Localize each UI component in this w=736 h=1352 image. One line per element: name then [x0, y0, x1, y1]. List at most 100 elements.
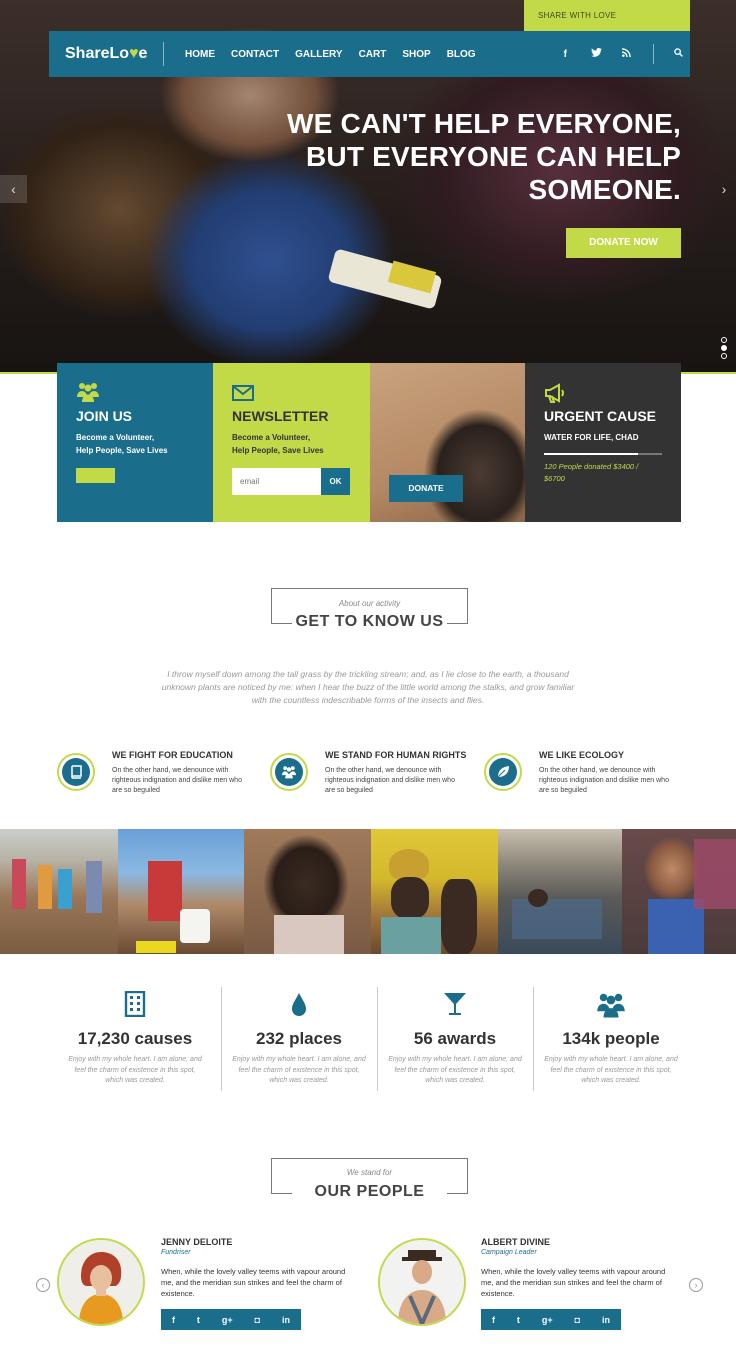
google-plus-icon[interactable]: g+ — [222, 1315, 233, 1325]
chevron-left-icon[interactable]: ‹ — [36, 1278, 50, 1292]
join-us-title: JOIN US — [76, 408, 133, 424]
feature-human-rights — [270, 753, 308, 791]
newsletter-ok-button[interactable]: OK — [321, 468, 350, 495]
about-quote-line1: I throw myself down among the tall grass… — [167, 669, 569, 679]
feature-human-rights-line1: On the other hand, we denounce with — [325, 767, 442, 774]
donate-now-button[interactable]: DONATE NOW — [566, 228, 681, 258]
join-us-text-2: Help People, Save Lives — [76, 446, 168, 455]
person-name: JENNY DELOITE — [161, 1237, 233, 1247]
newsletter-card: NEWSLETTER Become a Volunteer, Help Peop… — [213, 363, 370, 522]
leaf-icon — [489, 758, 517, 786]
person-bio: When, while the lovely valley teems with… — [481, 1266, 677, 1299]
urgent-cause-title: URGENT CAUSE — [544, 408, 657, 424]
instagram-icon[interactable]: ◘ — [255, 1315, 260, 1325]
email-field[interactable] — [232, 468, 321, 495]
person-bio-line1: When, while the lovely valley teems with… — [161, 1267, 346, 1276]
drop-icon — [221, 991, 377, 1023]
main-navbar: ShareLo♥e HOME CONTACT GALLERY CART SHOP… — [49, 31, 690, 77]
chevron-left-icon[interactable]: ‹ — [0, 175, 27, 203]
nav-gallery[interactable]: GALLERY — [295, 49, 342, 60]
linkedin-icon[interactable]: in — [282, 1315, 290, 1325]
person-bio-line3: existence. — [481, 1289, 515, 1298]
donate-button[interactable]: DONATE — [389, 475, 463, 502]
twitter-icon[interactable] — [591, 48, 602, 60]
about-subtitle: About our activity — [338, 599, 401, 608]
site-logo[interactable]: ShareLo♥e — [65, 45, 163, 63]
gallery-photo-3[interactable] — [244, 829, 371, 954]
feature-human-rights-text: On the other hand, we denounce with righ… — [325, 766, 465, 796]
google-plus-icon[interactable]: g+ — [542, 1315, 553, 1325]
join-us-button[interactable] — [76, 468, 115, 483]
gallery-photo-5[interactable] — [498, 829, 622, 954]
facebook-icon[interactable]: f — [564, 49, 567, 60]
newsletter-title: NEWSLETTER — [232, 408, 329, 424]
instagram-icon[interactable]: ◘ — [575, 1315, 580, 1325]
stat-divider — [221, 987, 222, 1091]
feature-education-line1: On the other hand, we denounce with — [112, 767, 229, 774]
donation-status: 120 People donated $3400 / $6700 — [544, 461, 638, 485]
facebook-icon[interactable]: f — [172, 1315, 175, 1325]
gallery-photo-2[interactable] — [118, 829, 244, 954]
join-us-card: JOIN US Become a Volunteer, Help People,… — [57, 363, 213, 522]
slider-dot-1[interactable] — [721, 337, 727, 343]
nav-blog[interactable]: BLOG — [447, 49, 476, 60]
nav-shop[interactable]: SHOP — [402, 49, 430, 60]
stat-people-text: Enjoy with my whole heart. I am alone, a… — [541, 1055, 681, 1087]
logo-text-end: e — [138, 45, 148, 62]
about-quote-line3: with the countless indescribable forms o… — [251, 695, 485, 705]
slider-dot-3[interactable] — [721, 353, 727, 359]
stat-text-line1: Enjoy with my whole heart. I am alone, a… — [544, 1056, 678, 1063]
stat-causes-text: Enjoy with my whole heart. I am alone, a… — [65, 1055, 205, 1087]
hero-headline-line2: BUT EVERYONE CAN HELP — [306, 141, 681, 172]
person-name: ALBERT DIVINE — [481, 1237, 551, 1247]
nav-home[interactable]: HOME — [185, 49, 215, 60]
stat-text-line2: feel the charm of existence in this spot… — [550, 1066, 672, 1074]
avatar — [378, 1238, 466, 1326]
nav-cart[interactable]: CART — [359, 49, 387, 60]
facebook-icon[interactable]: f — [492, 1315, 495, 1325]
avatar — [57, 1238, 145, 1326]
stat-text-line2: feel the charm of existence in this spot… — [74, 1066, 196, 1074]
feature-human-rights-line3: are so beguiled — [325, 787, 373, 794]
stat-people: 134k people — [562, 1029, 660, 1048]
stat-places: 232 places — [255, 1029, 342, 1048]
person-bio-line2: me, and the meridian sun strikes and fee… — [161, 1278, 342, 1287]
gallery-photo-1[interactable] — [0, 829, 124, 954]
donation-status-line1: 120 People donated $3400 / — [544, 462, 639, 471]
slider-dot-2[interactable] — [721, 345, 727, 351]
feature-ecology — [484, 753, 522, 791]
person-social-bar: f t g+ ◘ in — [481, 1309, 621, 1330]
hero-headline-line1: WE CAN'T HELP EVERYONE, — [287, 108, 681, 139]
newsletter-text-1: Become a Volunteer, — [232, 433, 311, 442]
topbar-tagline: SHARE WITH LOVE — [524, 0, 690, 31]
twitter-icon[interactable]: t — [517, 1315, 520, 1325]
search-icon[interactable] — [674, 48, 683, 60]
urgent-cause-card: URGENT CAUSE WATER FOR LIFE, CHAD 120 Pe… — [525, 363, 681, 522]
person-bio-line2: me, and the meridian sun strikes and fee… — [481, 1278, 662, 1287]
stat-text-line1: Enjoy with my whole heart. I am alone, a… — [388, 1056, 522, 1063]
rss-icon[interactable] — [621, 48, 631, 60]
stat-awards: 56 awards — [413, 1029, 497, 1048]
chevron-right-icon[interactable]: › — [689, 1278, 703, 1292]
people-icon — [533, 991, 689, 1025]
about-quote: I throw myself down among the tall grass… — [150, 668, 586, 707]
gallery-photo-4[interactable] — [371, 829, 498, 954]
gallery-photo-6[interactable] — [622, 829, 736, 954]
feature-education-line3: are so beguiled — [112, 787, 160, 794]
stat-divider — [377, 987, 378, 1091]
chevron-right-icon[interactable]: › — [712, 175, 736, 203]
people-icon — [275, 758, 303, 786]
stat-divider — [533, 987, 534, 1091]
hero-headline-line3: SOMEONE. — [528, 174, 681, 205]
about-quote-line2: unknown plants are noticed by me: when I… — [161, 682, 575, 692]
feature-ecology-line1: On the other hand, we denounce with — [539, 767, 656, 774]
cause-photo-card: DONATE — [370, 363, 525, 522]
linkedin-icon[interactable]: in — [602, 1315, 610, 1325]
urgent-cause-subtitle: WATER FOR LIFE, CHAD — [544, 433, 639, 442]
feature-ecology-line2: righteous indignation and dislike men wh… — [539, 777, 669, 784]
stat-text-line3: which was created. — [269, 1077, 329, 1084]
stat-text-line3: which was created. — [425, 1077, 485, 1084]
building-icon — [57, 990, 213, 1023]
twitter-icon[interactable]: t — [197, 1315, 200, 1325]
nav-contact[interactable]: CONTACT — [231, 49, 279, 60]
